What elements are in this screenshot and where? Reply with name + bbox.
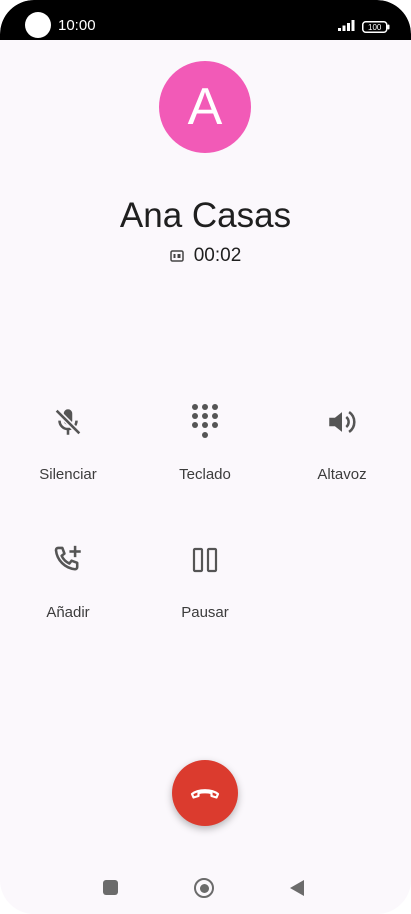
dialpad-icon <box>181 398 229 446</box>
mute-button[interactable]: Silenciar <box>8 398 128 508</box>
hold-button[interactable]: Pausar <box>145 536 265 646</box>
mute-label: Silenciar <box>39 466 97 483</box>
status-bar: 10:00 100 <box>0 0 411 40</box>
back-icon[interactable] <box>289 879 305 897</box>
end-call-button[interactable] <box>172 760 238 826</box>
camera-cutout <box>25 12 51 38</box>
caller-avatar: A <box>159 61 251 153</box>
speaker-label: Altavoz <box>317 466 367 483</box>
speaker-button[interactable]: Altavoz <box>282 398 402 508</box>
recent-apps-icon[interactable] <box>103 880 118 895</box>
keypad-button[interactable]: Teclado <box>145 398 265 508</box>
phone-screen: 10:00 100 A Ana Casas 00:02 Silenciar Te… <box>0 0 411 914</box>
hold-label: Pausar <box>181 604 229 621</box>
status-time: 10:00 <box>58 17 96 34</box>
call-end-icon <box>190 789 220 799</box>
signal-icon <box>338 20 355 31</box>
battery-icon: 100 <box>362 20 390 38</box>
speaker-icon <box>318 398 366 446</box>
home-icon[interactable] <box>194 878 214 898</box>
battery-level: 100 <box>368 23 382 32</box>
pause-icon <box>181 536 229 584</box>
add-call-label: Añadir <box>46 604 90 621</box>
caller-name: Ana Casas <box>119 196 292 235</box>
keypad-label: Teclado <box>179 466 231 483</box>
mic-off-icon <box>44 398 92 446</box>
call-info: 00:02 <box>0 245 411 267</box>
navigation-bar <box>0 862 411 912</box>
call-timer: 00:02 <box>193 245 242 266</box>
add-call-icon <box>44 536 92 584</box>
add-call-button[interactable]: Añadir <box>8 536 128 646</box>
hd-call-icon <box>169 250 184 262</box>
